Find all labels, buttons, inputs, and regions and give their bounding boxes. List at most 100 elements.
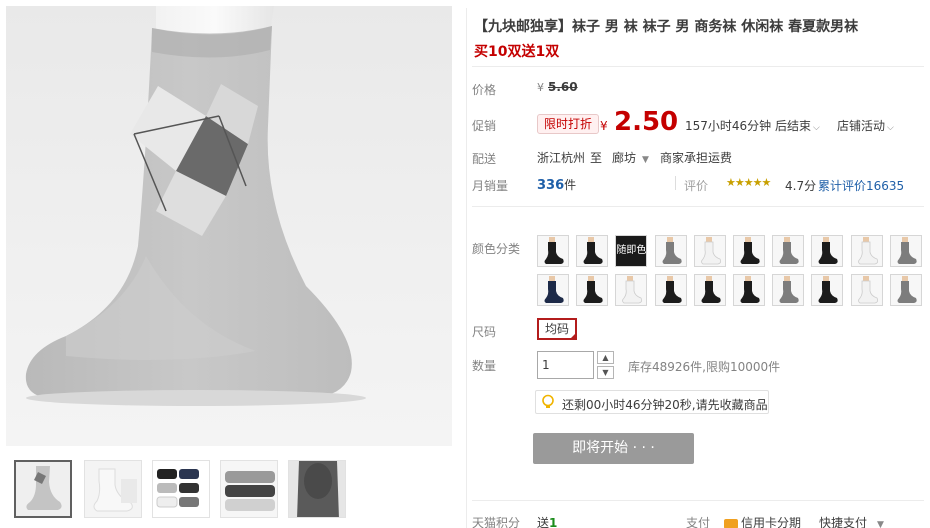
sock-icon bbox=[890, 236, 921, 266]
original-price: ¥5.60 bbox=[537, 80, 578, 94]
monthly-sales-unit: 件 bbox=[564, 178, 577, 192]
sock-icon bbox=[577, 236, 608, 266]
rating-label: 评价 bbox=[684, 179, 709, 193]
title-divider bbox=[472, 66, 924, 67]
countdown-text: 157小时46分钟 后结束 bbox=[685, 119, 811, 133]
reminder-text: 还剩00小时46分钟20秒,请先收藏商品 bbox=[562, 398, 768, 412]
ship-to-word: 至 bbox=[590, 151, 603, 165]
review-count-link[interactable]: 累计评价16635 bbox=[818, 177, 904, 194]
caret-down-icon: ▼ bbox=[877, 520, 884, 528]
color-swatch[interactable] bbox=[615, 274, 648, 306]
credit-installment-option[interactable]: 信用卡分期 bbox=[724, 514, 801, 528]
color-swatch[interactable]: 随即色 bbox=[615, 235, 648, 267]
points-number: 1 bbox=[549, 516, 558, 528]
sock-icon bbox=[773, 236, 804, 266]
caret-down-icon: ▼ bbox=[642, 155, 649, 165]
thumbnail-2[interactable] bbox=[84, 460, 142, 518]
promo-tag: 限时打折 bbox=[537, 114, 600, 134]
color-swatch[interactable] bbox=[811, 274, 844, 306]
promo-currency: ¥ bbox=[600, 119, 608, 133]
color-swatch[interactable] bbox=[733, 274, 765, 306]
lightbulb-icon bbox=[542, 394, 554, 408]
color-swatch[interactable] bbox=[850, 235, 883, 267]
chevron-down-icon: ⌵ bbox=[887, 123, 894, 133]
sock-icon bbox=[734, 236, 764, 266]
thumbnail-1[interactable] bbox=[14, 460, 72, 518]
shipping-label: 配送 bbox=[472, 152, 497, 166]
color-swatch[interactable] bbox=[889, 235, 922, 267]
sock-icon bbox=[890, 275, 921, 305]
sock-icon bbox=[538, 236, 568, 266]
sock-icon bbox=[812, 236, 843, 266]
color-swatch[interactable] bbox=[889, 274, 922, 306]
ship-destination-dropdown[interactable]: 廊坊 ▼ bbox=[612, 149, 649, 166]
color-swatch[interactable] bbox=[537, 235, 569, 267]
coming-soon-button[interactable]: 即将开始 · · · bbox=[533, 433, 694, 464]
promo-price: 2.50 bbox=[614, 107, 679, 137]
size-option-selected[interactable]: 均码 bbox=[537, 318, 577, 340]
gallery-divider bbox=[466, 8, 467, 528]
stock-info: 库存48926件,限购10000件 bbox=[628, 360, 781, 374]
quantity-increase-button[interactable]: ▲ bbox=[597, 351, 614, 364]
reminder-tip: 还剩00小时46分钟20秒,请先收藏商品 bbox=[535, 390, 769, 414]
thumbnail-4[interactable] bbox=[220, 460, 278, 518]
color-swatch[interactable] bbox=[850, 274, 883, 306]
sock-icon bbox=[773, 275, 804, 305]
sock-icon bbox=[694, 275, 725, 305]
sock-icon bbox=[851, 275, 882, 305]
sock-icon bbox=[577, 275, 608, 305]
quantity-input[interactable]: 1 bbox=[537, 351, 594, 379]
price-currency: ¥ bbox=[537, 81, 544, 94]
ship-from: 浙江杭州 bbox=[537, 151, 586, 165]
credit-card-icon bbox=[724, 518, 738, 528]
product-title: 【九块邮独享】袜子 男 袜 袜子 男 商务袜 休闲袜 春夏款男袜 bbox=[474, 19, 859, 35]
monthly-sales-count: 336 bbox=[537, 178, 565, 193]
pay-label: 支付 bbox=[686, 516, 711, 528]
main-product-image[interactable] bbox=[6, 6, 452, 446]
sock-icon bbox=[694, 236, 725, 266]
sock-icon bbox=[538, 275, 568, 305]
color-swatch[interactable] bbox=[576, 235, 609, 267]
size-option-label: 均码 bbox=[544, 322, 569, 336]
sock-icon bbox=[734, 275, 764, 305]
monthly-sales-label: 月销量 bbox=[472, 179, 509, 193]
monthly-sales: 336件 bbox=[537, 176, 576, 193]
sales-divider bbox=[675, 176, 676, 190]
color-label: 颜色分类 bbox=[472, 242, 521, 256]
color-swatch[interactable] bbox=[654, 235, 687, 267]
color-swatch[interactable] bbox=[576, 274, 609, 306]
color-swatch[interactable] bbox=[693, 235, 726, 267]
store-activity-dropdown[interactable]: 店铺活动 ⌵ bbox=[837, 117, 894, 134]
quantity-label: 数量 bbox=[472, 359, 497, 373]
color-swatch-label: 随即色 bbox=[616, 245, 647, 256]
sock-icon bbox=[851, 236, 882, 266]
color-swatch[interactable] bbox=[772, 235, 805, 267]
color-swatch[interactable] bbox=[811, 235, 844, 267]
promo-label: 促销 bbox=[472, 119, 497, 133]
color-swatch[interactable] bbox=[733, 235, 765, 267]
color-swatch[interactable] bbox=[537, 274, 569, 306]
quick-pay-label: 快捷支付 bbox=[819, 516, 868, 528]
color-swatch[interactable] bbox=[693, 274, 726, 306]
sock-icon bbox=[655, 275, 686, 305]
rating-value: 4.7分 bbox=[785, 179, 817, 193]
thumbnail-3[interactable] bbox=[152, 460, 210, 518]
thumbnail-5[interactable] bbox=[288, 460, 346, 518]
ship-destination: 廊坊 bbox=[612, 151, 637, 165]
shipping-fee: 商家承担运费 bbox=[660, 151, 733, 165]
points-prefix: 送 bbox=[537, 516, 550, 528]
countdown-dropdown[interactable]: 157小时46分钟 后结束 ⌵ bbox=[685, 117, 820, 134]
original-price-value: 5.60 bbox=[548, 80, 578, 94]
color-swatch[interactable] bbox=[654, 274, 687, 306]
thumbnail-strip bbox=[14, 460, 454, 522]
points-value: 送1 bbox=[537, 514, 557, 528]
sock-icon bbox=[812, 275, 843, 305]
credit-installment-label: 信用卡分期 bbox=[741, 516, 802, 528]
info-divider bbox=[472, 206, 924, 207]
product-subtitle: 买10双送1双 bbox=[474, 44, 560, 60]
quick-pay-option[interactable]: 快捷支付 ▼ bbox=[819, 514, 884, 528]
color-swatch[interactable] bbox=[772, 274, 805, 306]
quantity-decrease-button[interactable]: ▼ bbox=[597, 366, 614, 379]
selected-check-icon bbox=[569, 332, 577, 340]
bottom-divider bbox=[472, 500, 924, 501]
